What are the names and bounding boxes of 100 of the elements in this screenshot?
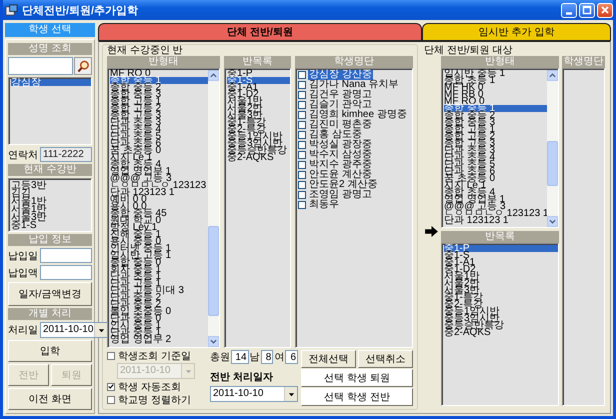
list-item[interactable]: 중1-D2 (444, 266, 476, 273)
checkbox[interactable] (298, 201, 306, 209)
list-item[interactable]: 진해 중등 1 (110, 231, 162, 238)
list-item[interactable]: 예비 0 0 (110, 196, 147, 203)
checkbox[interactable] (107, 396, 115, 404)
student-name[interactable]: 박지수 광주중 (308, 160, 373, 170)
student-name[interactable]: 안도윤 계산중 (308, 170, 373, 180)
checkbox[interactable] (298, 181, 306, 189)
checkbox[interactable] (298, 131, 306, 139)
list-item[interactable]: 종합 고등 2 (110, 105, 162, 112)
selection-button[interactable]: 전체선택 (301, 350, 356, 368)
list-item[interactable]: MF HK 0 (444, 84, 484, 91)
student-name[interactable]: 김홍 삼도중 (308, 130, 363, 140)
checkbox[interactable] (298, 121, 306, 129)
student-name[interactable]: 김가나 Nana 유치부 (308, 80, 400, 90)
scroll-down-button[interactable] (547, 216, 558, 227)
checkbox[interactable] (298, 81, 306, 89)
list-item[interactable]: 영업 영업부 2 (110, 336, 172, 343)
list-item[interactable]: 시지 Le 1 (110, 154, 152, 161)
name-search-field[interactable] (8, 57, 73, 75)
list-item[interactable]: ㄴㅇㅁㅁㄴㅇ 123123 1 (444, 210, 548, 217)
action-button[interactable]: 입학 (8, 340, 92, 362)
tab[interactable]: 임시반 추가 입학 (422, 23, 611, 40)
list-item[interactable]: 종합 중등 2 (444, 112, 496, 119)
list-item[interactable]: 중1-S (227, 77, 290, 84)
list-item[interactable]: 중1-S (444, 252, 470, 259)
checkbox[interactable] (298, 71, 306, 79)
scrollbar[interactable] (547, 70, 558, 227)
student-name[interactable]: 김영희 kimhee 광명중 (308, 110, 408, 120)
list-item[interactable]: 종합 중등 2 (110, 84, 162, 91)
count-field[interactable]: 6 (285, 350, 298, 364)
input-field[interactable] (40, 265, 92, 280)
list-item[interactable]: 중1-D2 (227, 91, 259, 98)
list-item[interactable]: 중등승반특강 (227, 147, 287, 154)
action-button[interactable]: 이전 화면 (8, 388, 92, 410)
checkbox[interactable] (298, 171, 306, 179)
list-item[interactable]: MF RO 0 (110, 70, 151, 77)
list-item[interactable]: 중등3임시반 (227, 140, 283, 147)
list-item[interactable]: 중2-특강 (227, 126, 266, 133)
scroll-down-button[interactable] (208, 336, 219, 347)
checkbox[interactable] (107, 382, 115, 391)
list-item[interactable]: 회차 중등 1 (110, 266, 162, 273)
student-name[interactable]: 김건우 광명고 (308, 90, 373, 100)
list-item[interactable]: 서울1반 (444, 273, 480, 280)
list-item[interactable]: 종합 중등 1 (444, 105, 547, 112)
count-field[interactable]: 14 (231, 350, 249, 364)
search-button[interactable] (74, 57, 92, 75)
scrollbar-thumb[interactable] (547, 141, 558, 186)
change-button[interactable]: 일자/금액변경 (8, 282, 92, 306)
list-item[interactable]: 종합 초등 1 (444, 77, 496, 84)
checkbox[interactable] (298, 141, 306, 149)
list-item[interactable]: 중1-특강 (444, 294, 483, 301)
list-item[interactable]: 종합 중등 0 (110, 259, 162, 266)
list-item[interactable]: 단과 123123 1 (444, 217, 508, 224)
checkbox[interactable] (298, 161, 306, 169)
close-button[interactable] (597, 2, 613, 18)
scroll-up-button[interactable] (208, 70, 219, 81)
list-item[interactable]: 중등3임시반 (444, 315, 500, 322)
date-picker[interactable]: 2011-10-10 (210, 386, 298, 402)
student-name[interactable]: 최동우 (308, 200, 340, 210)
list-item[interactable]: 용시 0 0 (110, 203, 147, 210)
student-name[interactable]: 조영임 광명고 (308, 190, 373, 200)
list-item[interactable]: 서울3반 (444, 287, 480, 294)
checkbox[interactable] (298, 111, 306, 119)
dropdown-button[interactable] (94, 323, 108, 337)
list-item[interactable]: 용시 중등 0 (110, 238, 162, 245)
scrollbar[interactable] (208, 70, 219, 347)
maximize-button[interactable] (579, 2, 595, 18)
list-item[interactable]: 중등승반특강 (444, 322, 504, 329)
list-item[interactable]: 시지 Le 1 (444, 182, 486, 189)
date-picker[interactable]: 2011-10-10 (40, 322, 108, 338)
list-item[interactable]: 종합 중등 1 (110, 77, 208, 84)
minimize-button[interactable] (561, 2, 577, 18)
list-item[interactable]: 종합 고등 1 (444, 126, 496, 133)
list-item[interactable]: 종합 초등 4 (110, 161, 162, 168)
student-name[interactable]: 강심장 강산중 (308, 70, 373, 80)
student-name[interactable]: 박성실 광장중 (308, 140, 373, 150)
list-item[interactable]: 중1-P (227, 70, 253, 77)
contact-field[interactable]: 111-2222 (40, 147, 92, 162)
list-item[interactable]: 종합 초등 4 (444, 189, 496, 196)
list-item[interactable]: 원대 학교 0 (110, 217, 162, 224)
scroll-up-button[interactable] (547, 70, 558, 81)
list-item[interactable]: 중1-특강 (227, 119, 266, 126)
tab[interactable]: 단체 전반/퇴원 (98, 23, 422, 40)
list-item[interactable]: 서울1반 (227, 98, 263, 105)
action-button[interactable]: 선택 학생 퇴원 (301, 369, 413, 387)
selection-button[interactable]: 선택취소 (358, 350, 413, 368)
scrollbar-thumb[interactable] (208, 226, 219, 316)
count-field[interactable]: 8 (260, 350, 274, 364)
list-item[interactable]: ㄴㅇㅁㅁㄴㅇ 123123 (110, 182, 206, 189)
list-item[interactable]: 중등1임시반 (444, 308, 500, 315)
checkbox[interactable] (298, 151, 306, 159)
list-item[interactable]: 중1-A1 (227, 84, 258, 91)
student-name[interactable]: 김진미 평촌중 (308, 120, 373, 130)
list-item[interactable]: 단과 초등 1 (110, 273, 162, 280)
list-item[interactable]: MF RB 0 (444, 91, 484, 98)
list-item[interactable]: MF RO 0 (444, 98, 485, 105)
list-item[interactable]: 중등1임시반 (227, 133, 283, 140)
checkbox[interactable] (298, 91, 306, 99)
student-name[interactable]: 박수지 삼성중 (308, 150, 373, 160)
